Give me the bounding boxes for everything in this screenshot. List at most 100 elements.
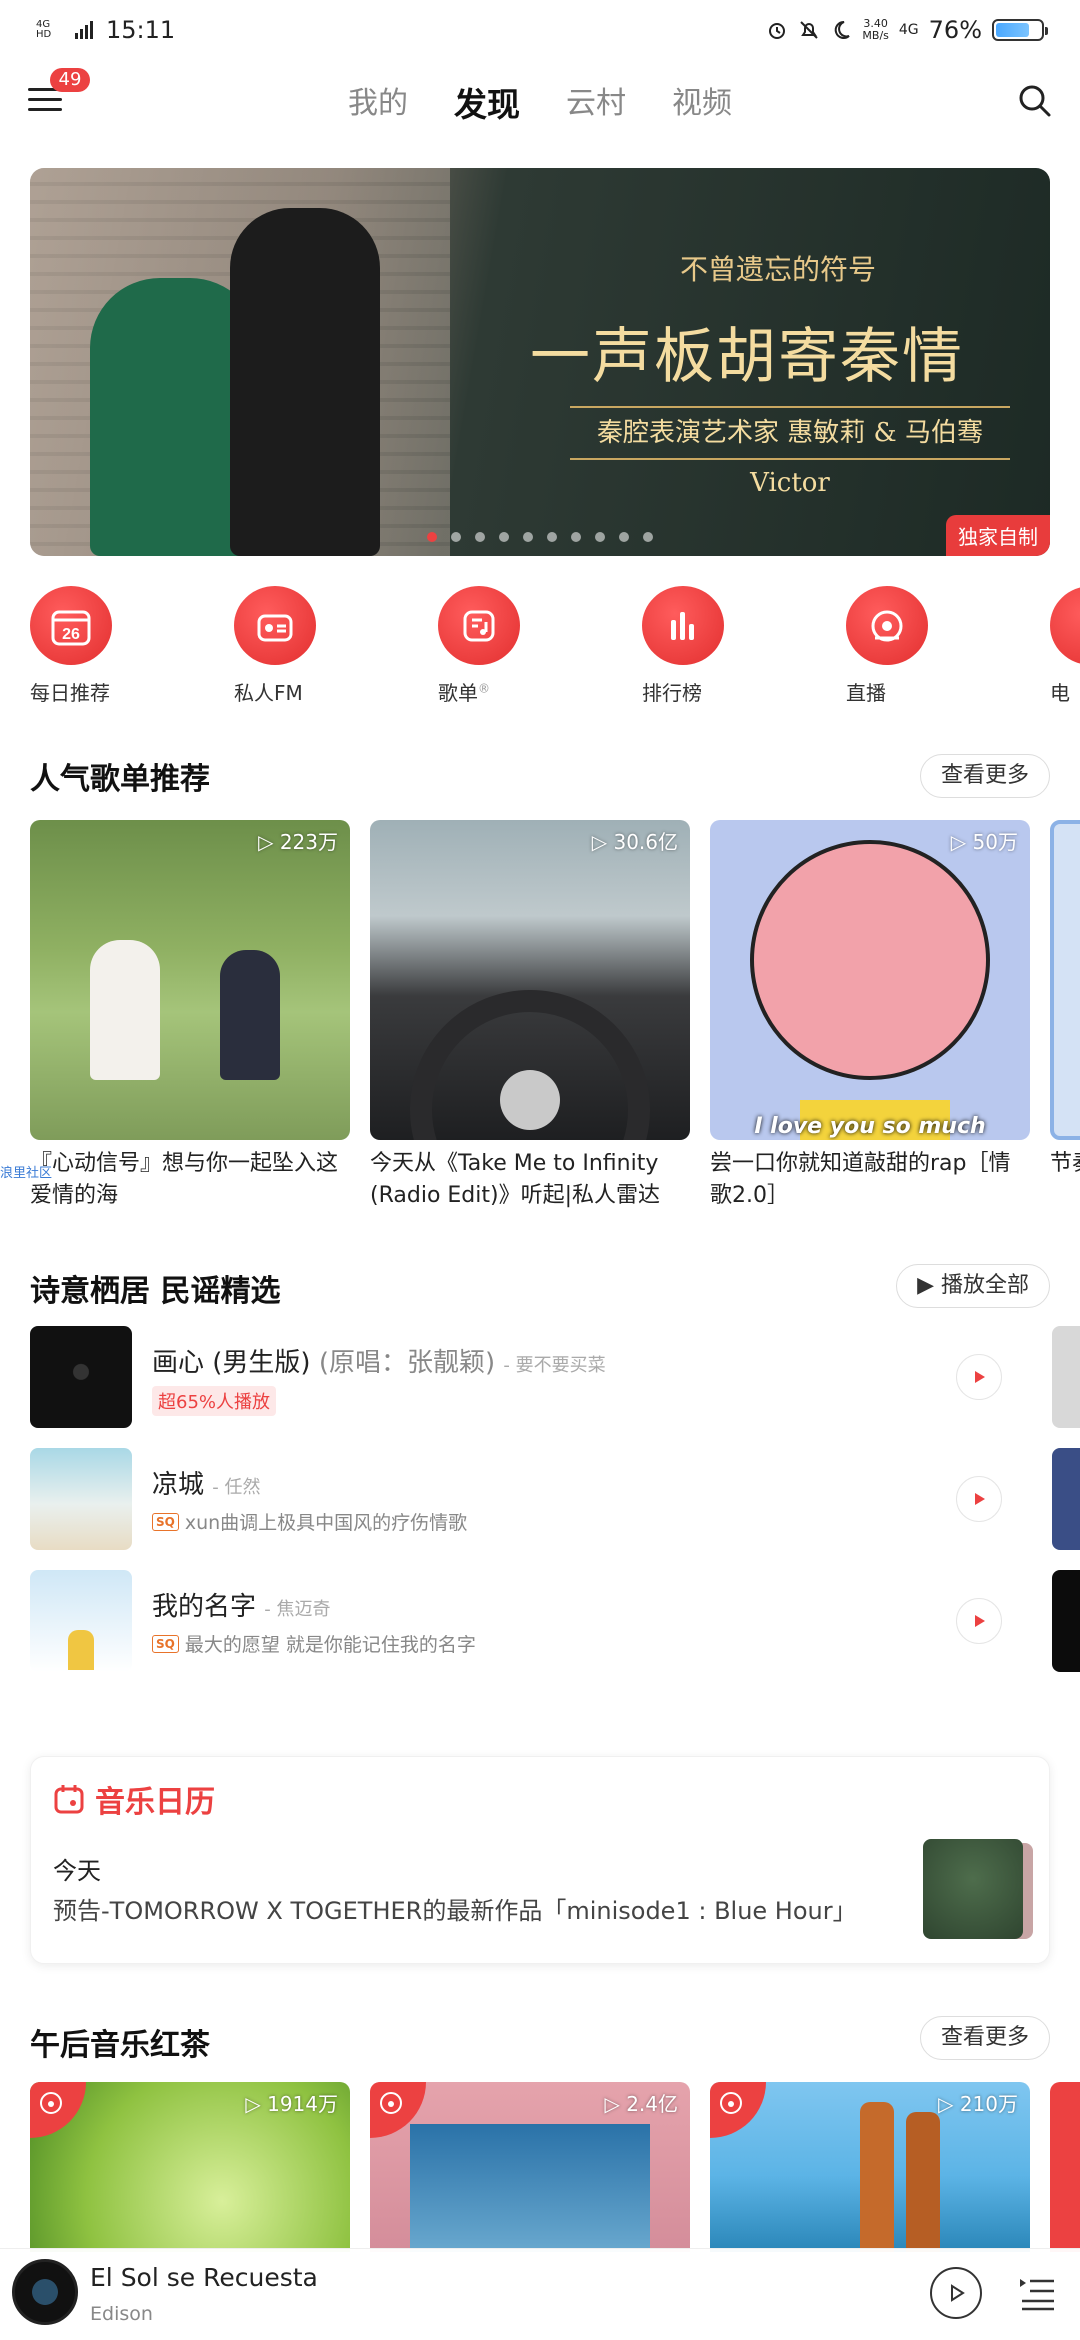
hot-tag: 超65%人播放: [152, 1386, 277, 1416]
song-artist: - 焦迈奇: [264, 1599, 331, 1620]
battery-percent: 76%: [928, 16, 982, 44]
album-art[interactable]: [12, 2259, 78, 2325]
play-count-value: 1914万: [267, 2092, 338, 2116]
banner-dot[interactable]: [619, 532, 629, 542]
playlist-card[interactable]: ▷ 223万 『心动信号』想与你一起坠入这爱情的海: [30, 820, 350, 1212]
afternoon-title: 午后音乐红茶: [30, 2028, 210, 2063]
tab-video[interactable]: 视频: [672, 78, 732, 126]
banner-dot[interactable]: [499, 532, 509, 542]
play-count-value: 2.4亿: [626, 2092, 678, 2116]
banner-subtitle: 不曾遗忘的符号: [680, 253, 877, 286]
song-desc: 最大的愿望 就是你能记住我的名字: [184, 1634, 476, 1656]
play-icon: [975, 1493, 985, 1505]
partial-icon: [1050, 586, 1080, 665]
banner-dot[interactable]: [571, 532, 581, 542]
quick-entry-label: 直播: [846, 681, 886, 705]
playlist-card[interactable]: ▷ 1914万: [30, 2082, 350, 2252]
song-sub: SQ xun曲调上极具中国风的疗伤情歌: [152, 1508, 467, 1535]
song-peek: [1052, 1326, 1080, 1428]
search-icon[interactable]: [1018, 84, 1052, 118]
alarm-icon: [769, 23, 786, 39]
playlist-card-peek[interactable]: 节奏: [1050, 820, 1080, 1212]
quick-entry-label: 排行榜: [642, 681, 702, 705]
banner-dot[interactable]: [451, 532, 461, 542]
song-row[interactable]: 凉城 - 任然 SQ xun曲调上极具中国风的疗伤情歌: [30, 1448, 1080, 1570]
afternoon-more-button[interactable]: 查看更多: [919, 2016, 1050, 2060]
play-count: ▷ 2.4亿: [604, 2092, 678, 2116]
player-play-button[interactable]: [930, 2267, 982, 2319]
song-row[interactable]: 画心 (男生版) (原唱：张靓颖) - 要不要买菜 超65%人播放: [30, 1326, 1080, 1448]
status-left: 4G HD 15:11: [36, 16, 175, 44]
banner-dot[interactable]: [523, 532, 533, 542]
music-calendar-card[interactable]: 音乐日历 今天 预告-TOMORROW X TOGETHER的最新作品「mini…: [30, 1756, 1050, 1964]
cover-caption: I love you so much: [754, 1114, 986, 1139]
registered-mark: ®: [478, 681, 490, 696]
quick-entry-label: 歌单®: [438, 677, 490, 706]
quick-entry-live[interactable]: 直播: [846, 586, 1050, 706]
banner-dot[interactable]: [427, 532, 437, 542]
net-speed: 3.40 MB/s: [862, 18, 888, 42]
playlist-title: 节奏: [1050, 1151, 1080, 1176]
quick-entry-fm[interactable]: 私人FM: [234, 586, 438, 706]
play-icon: [975, 1371, 985, 1383]
banner[interactable]: 不曾遗忘的符号 一声板胡寄秦情 秦腔表演艺术家 惠敏莉 & 马伯骞Victor …: [30, 168, 1050, 556]
song-play-button[interactable]: [956, 1354, 1002, 1400]
playlist-icon: [438, 586, 520, 665]
playlist-card[interactable]: ▷ 30.6亿 今天从《Take Me to Infinity (Radio E…: [370, 820, 690, 1212]
quick-entry-partial[interactable]: 电: [1050, 586, 1080, 706]
mute-bell-icon: [800, 21, 819, 39]
song-name: 我的名字: [152, 1592, 257, 1622]
status-time: 15:11: [106, 16, 176, 44]
sq-badge: SQ: [152, 1634, 179, 1653]
tab-discover[interactable]: 发现: [454, 78, 520, 126]
banner-dot[interactable]: [547, 532, 557, 542]
quick-entry-label: 每日推荐: [30, 681, 110, 705]
cover-photo: [410, 2124, 650, 2252]
cover-bottle: [906, 2112, 940, 2252]
popular-more-button[interactable]: 查看更多: [919, 754, 1050, 798]
song-title: 我的名字 - 焦迈奇: [152, 1586, 331, 1623]
song-sub: SQ 最大的愿望 就是你能记住我的名字: [152, 1630, 476, 1657]
folk-section-title: 诗意栖居 民谣精选: [30, 1274, 281, 1309]
song-name: 画心 (男生版): [152, 1348, 311, 1378]
quick-entry-charts[interactable]: 排行榜: [642, 586, 846, 706]
tab-mine[interactable]: 我的: [348, 78, 408, 126]
calendar-day: 26: [62, 626, 80, 643]
network-indicator: 4G HD: [36, 19, 52, 40]
cover-logo: [500, 1070, 560, 1130]
play-count: ▷ 50万: [950, 830, 1018, 854]
banner-dot[interactable]: [595, 532, 605, 542]
afternoon-playlist-cards: ▷ 1914万 ▷ 2.4亿 ▷ 210万: [30, 2082, 1080, 2252]
banner-dot[interactable]: [643, 532, 653, 542]
music-note-icon: [40, 2092, 62, 2114]
song-row[interactable]: 我的名字 - 焦迈奇 SQ 最大的愿望 就是你能记住我的名字: [30, 1570, 1080, 1692]
playlist-card[interactable]: ▷ 210万: [710, 2082, 1030, 2252]
play-count: ▷ 30.6亿: [591, 830, 678, 854]
song-play-button[interactable]: [956, 1598, 1002, 1644]
song-name: 凉城: [152, 1470, 205, 1500]
song-play-button[interactable]: [956, 1476, 1002, 1522]
playlist-title: 尝一口你就知道敲甜的rap［情歌2.0］: [710, 1151, 1011, 1208]
top-nav: 49 我的 发现 云村 视频: [0, 64, 1080, 138]
playlist-card[interactable]: ▷ 2.4亿: [370, 2082, 690, 2252]
mini-player[interactable]: El Sol se Recuesta Edison: [0, 2248, 1080, 2340]
playlist-card[interactable]: I love you so much ▷ 50万 尝一口你就知道敲甜的rap［情…: [710, 820, 1030, 1212]
thumb-front: [923, 1839, 1023, 1939]
calendar-thumbnail: [923, 1839, 1033, 1943]
quick-entry-playlist[interactable]: 歌单®: [438, 586, 642, 706]
song-desc: xun曲调上极具中国风的疗伤情歌: [184, 1512, 468, 1534]
cover-bottle: [860, 2102, 894, 2252]
radio-icon: [234, 586, 316, 665]
cell-type: 4G: [898, 22, 919, 38]
banner-dot[interactable]: [475, 532, 485, 542]
status-bar: 4G HD 15:11 3.40 MB/s 4G 76%: [0, 0, 1080, 60]
song-peek: [1052, 1448, 1080, 1550]
play-all-button[interactable]: ▶ 播放全部: [896, 1264, 1050, 1308]
banner-artist: 秦腔表演艺术家 惠敏莉 & 马伯骞Victor: [570, 406, 1010, 498]
play-count-value: 50万: [972, 830, 1018, 854]
playlist-card-peek[interactable]: [1050, 2082, 1080, 2252]
quick-entry-daily[interactable]: 26 每日推荐: [30, 586, 234, 706]
tab-cloud-village[interactable]: 云村: [566, 78, 626, 126]
playlist-queue-icon[interactable]: [1018, 2273, 1058, 2313]
banner-figure-man: [230, 208, 380, 556]
